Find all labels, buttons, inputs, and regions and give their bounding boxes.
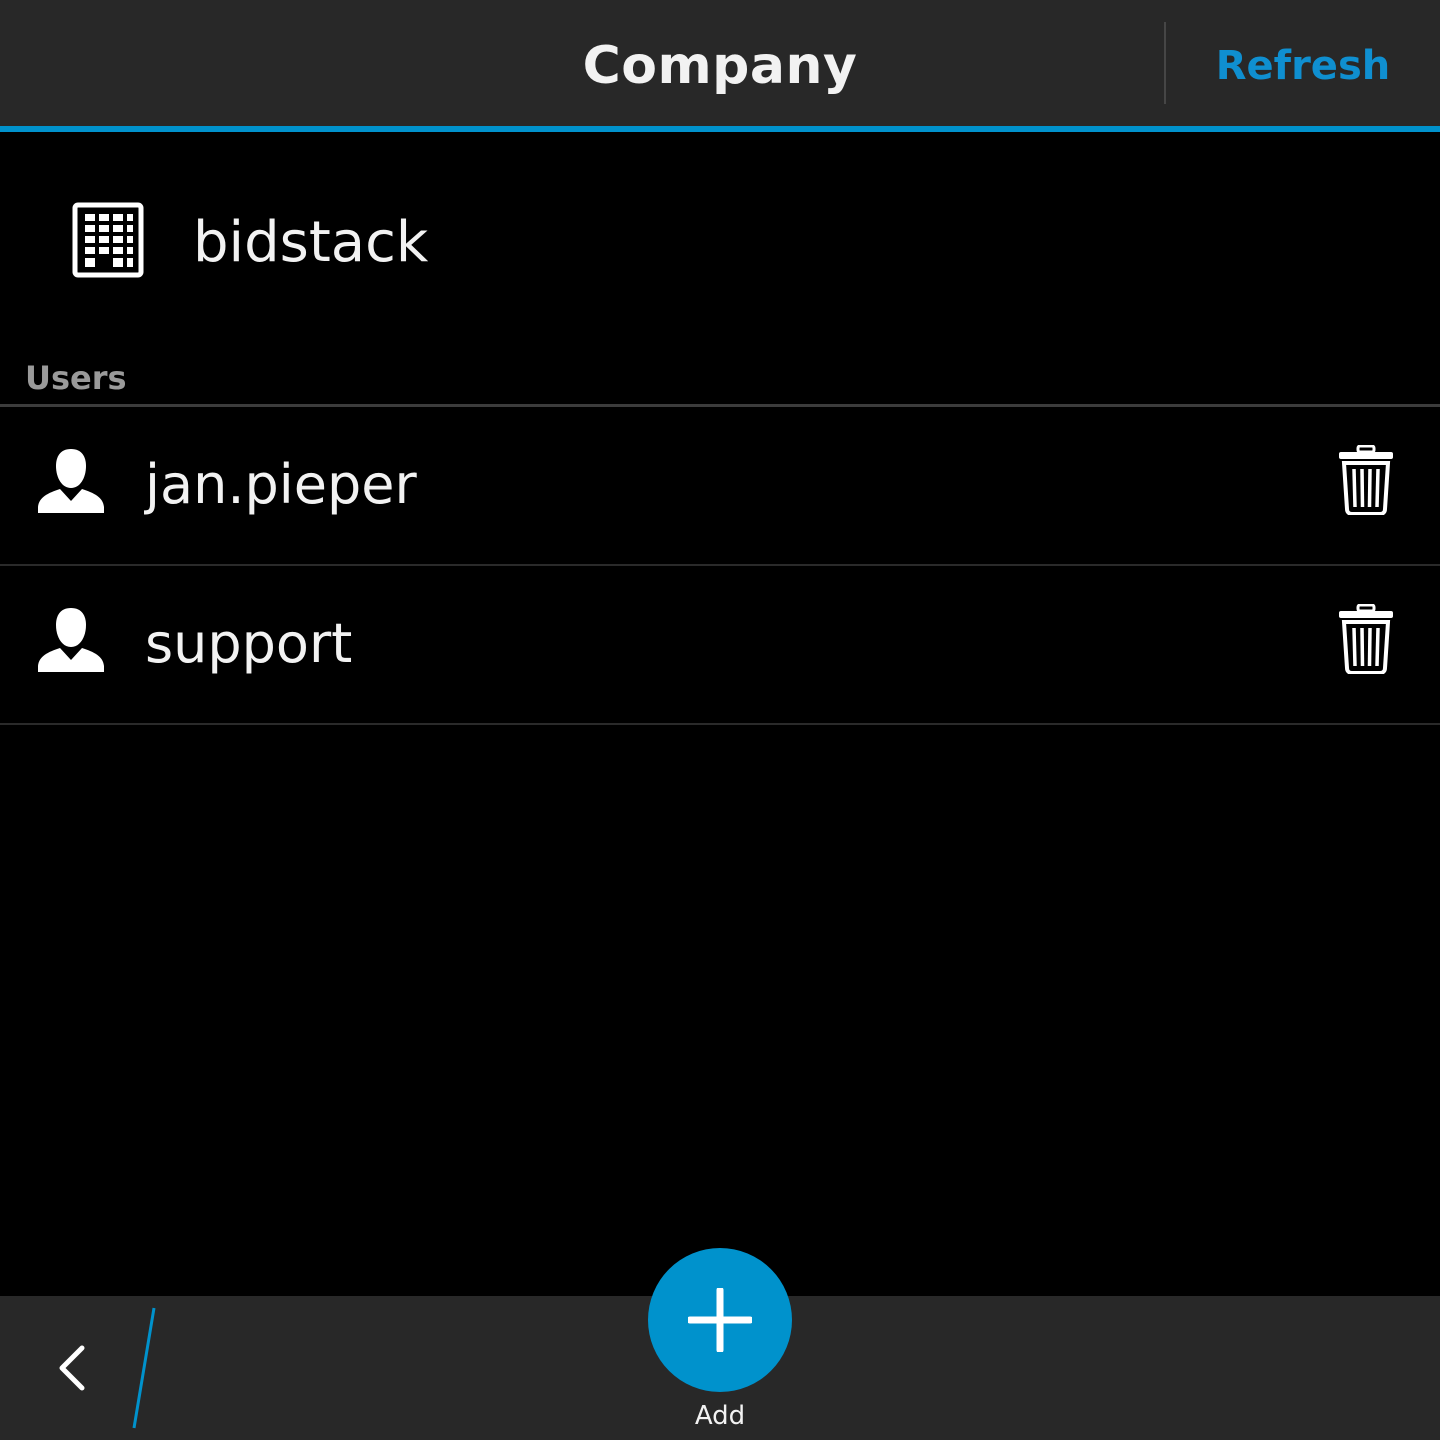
delete-user-button[interactable] bbox=[1326, 594, 1406, 690]
user-icon bbox=[38, 449, 104, 513]
building-icon bbox=[72, 202, 144, 278]
delete-user-button[interactable] bbox=[1326, 435, 1406, 531]
user-icon bbox=[38, 608, 104, 672]
company-header: bidstack bbox=[0, 160, 1440, 330]
back-button-separator bbox=[132, 1307, 156, 1429]
back-button[interactable] bbox=[0, 1296, 140, 1440]
add-button[interactable]: Add bbox=[640, 1246, 800, 1440]
add-button-label: Add bbox=[694, 1401, 746, 1431]
users-list: jan.pieper support bbox=[0, 407, 1440, 725]
trash-icon bbox=[1339, 445, 1393, 515]
chevron-left-icon bbox=[59, 1345, 85, 1391]
list-item-user[interactable]: jan.pieper bbox=[0, 407, 1440, 566]
users-section-header: Users bbox=[25, 359, 127, 397]
plus-icon bbox=[688, 1288, 752, 1352]
add-button-circle[interactable] bbox=[648, 1248, 792, 1392]
user-name: jan.pieper bbox=[145, 453, 417, 516]
trash-icon bbox=[1339, 604, 1393, 674]
refresh-button[interactable]: Refresh bbox=[1166, 0, 1440, 132]
user-name: support bbox=[145, 612, 353, 675]
company-screen: Company Refresh bidstack Users jan.piepe… bbox=[0, 0, 1440, 1440]
list-item-user[interactable]: support bbox=[0, 566, 1440, 725]
company-name: bidstack bbox=[193, 210, 429, 275]
